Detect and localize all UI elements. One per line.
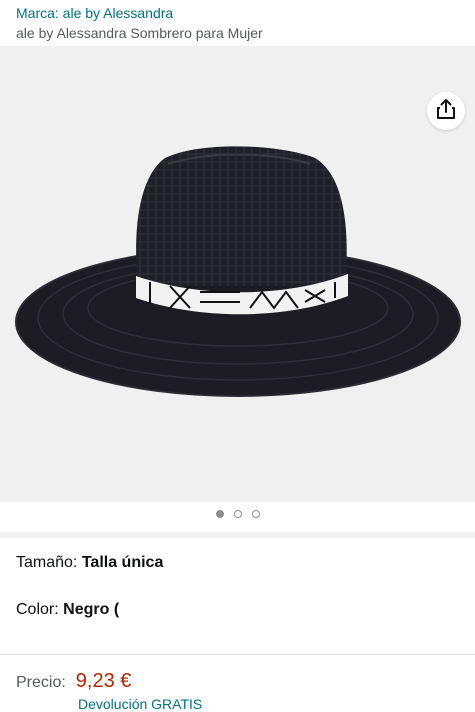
- share-button[interactable]: [427, 92, 465, 130]
- color-label: Color:: [16, 601, 59, 618]
- image-carousel-dots: [0, 510, 475, 518]
- size-label: Tamaño:: [16, 554, 78, 571]
- product-title: ale by Alessandra Sombrero para Mujer: [16, 25, 263, 41]
- size-value: Talla única: [81, 554, 164, 571]
- price-row: Precio: 9,23 €: [16, 670, 131, 693]
- product-gallery[interactable]: [0, 46, 475, 502]
- brand-link[interactable]: Marca: ale by Alessandra: [16, 4, 173, 22]
- size-variation[interactable]: Tamaño: Talla única: [16, 553, 163, 573]
- color-variation[interactable]: Color: Negro (: [16, 600, 119, 620]
- color-value: Negro (: [63, 601, 120, 618]
- carousel-dot[interactable]: [233, 510, 242, 518]
- price-divider: [0, 654, 475, 655]
- share-icon: [435, 98, 457, 125]
- carousel-dot[interactable]: [215, 510, 224, 518]
- carousel-dot[interactable]: [251, 510, 260, 518]
- section-divider: [0, 532, 475, 538]
- price-label: Precio:: [16, 674, 66, 691]
- delivery-link[interactable]: Devolución GRATIS: [78, 696, 202, 712]
- hat-product-image: [15, 146, 461, 397]
- price-value: 9,23 €: [75, 670, 132, 692]
